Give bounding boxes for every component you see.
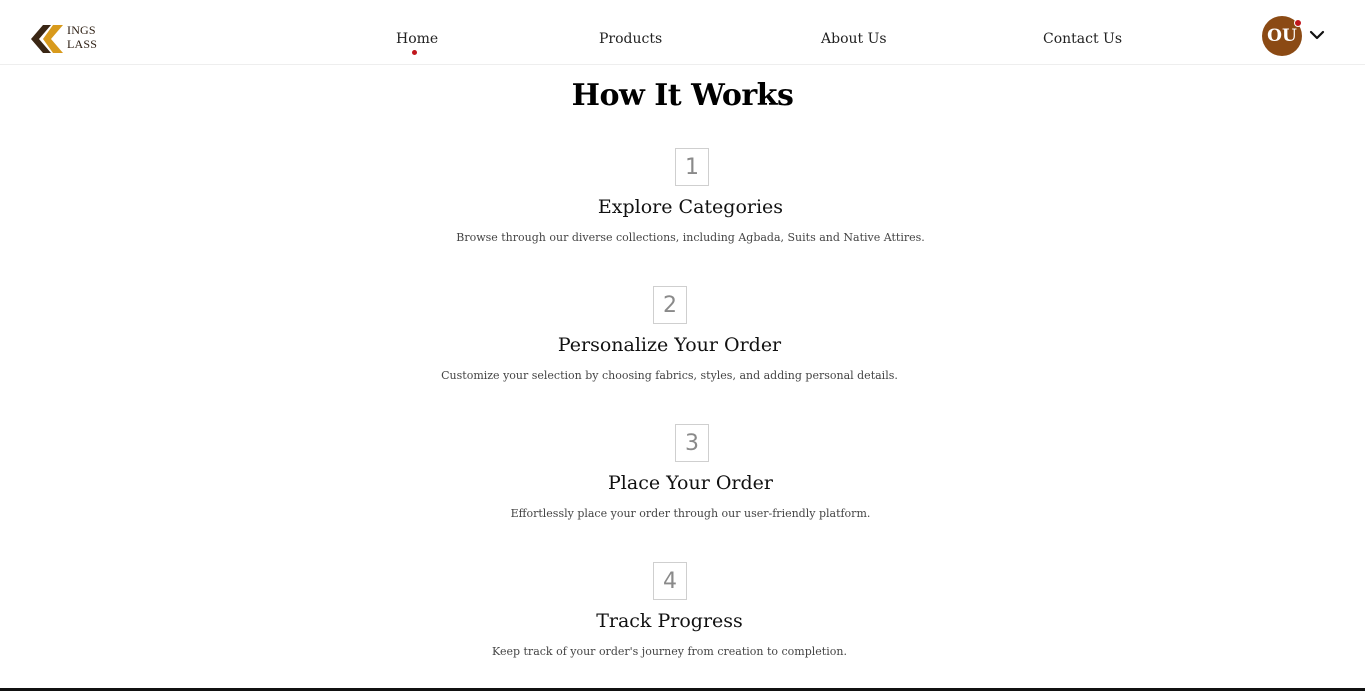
brand-logo[interactable]: INGS LASS [31, 23, 101, 55]
nav-contact-us[interactable]: Contact Us [1043, 31, 1122, 47]
step-title: Personalize Your Order [557, 334, 782, 356]
brand-line-1: INGS [67, 23, 96, 37]
nav-about-us[interactable]: About Us [821, 31, 887, 47]
chevron-down-icon[interactable] [1309, 28, 1325, 42]
nav-products[interactable]: Products [599, 31, 662, 47]
step-title: Track Progress [596, 610, 743, 632]
notification-dot [1294, 19, 1302, 27]
brand-wordmark: INGS LASS [67, 23, 97, 51]
step-number-badge: 4 [653, 562, 687, 600]
step-description: Browse through our diverse collections, … [456, 231, 925, 244]
user-initials: OU [1267, 26, 1297, 46]
site-header: INGS LASS Home Products About Us Contact… [0, 0, 1365, 65]
step-title: Explore Categories [597, 196, 784, 218]
step-description: Effortlessly place your order through ou… [510, 507, 871, 520]
step-number-badge: 3 [675, 424, 709, 462]
logo-mark-icon [31, 25, 63, 53]
section-title: How It Works [571, 78, 794, 113]
step-title: Place Your Order [608, 472, 773, 494]
step-description: Keep track of your order's journey from … [492, 645, 847, 658]
step-number-badge: 1 [675, 148, 709, 186]
nav-active-indicator [412, 50, 417, 55]
step-number-badge: 2 [653, 286, 687, 324]
step-description: Customize your selection by choosing fab… [441, 369, 898, 382]
nav-home[interactable]: Home [396, 31, 438, 47]
brand-line-2: LASS [67, 37, 98, 51]
